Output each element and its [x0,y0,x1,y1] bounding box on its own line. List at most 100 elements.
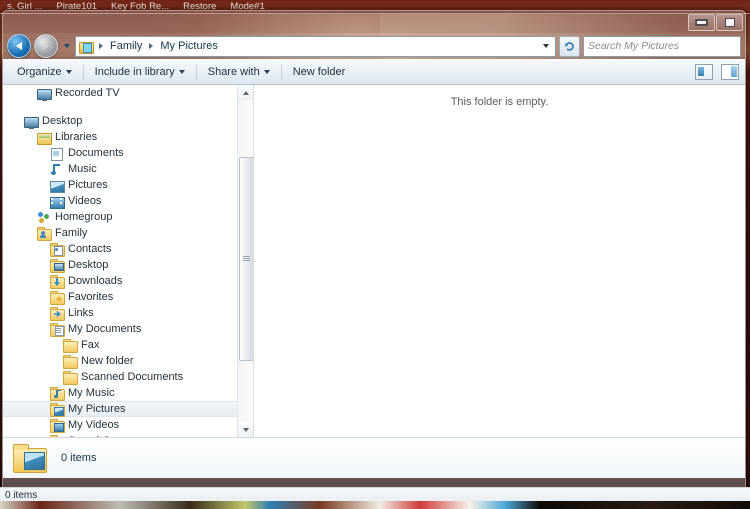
restore-button[interactable] [716,14,743,31]
tree-item-label: New folder [81,355,134,367]
tree-item-label: Contacts [68,243,112,255]
new-folder-button[interactable]: New folder [285,63,354,81]
documents-icon [50,147,64,161]
share-with-button[interactable]: Share with [200,63,278,81]
tree-item-pictures[interactable]: Pictures [3,177,253,193]
organize-button[interactable]: Organize [9,63,80,81]
links-icon [50,306,65,321]
tree-item-my-documents[interactable]: My Documents [3,321,253,337]
command-toolbar: Organize Include in library Share with N… [3,59,745,85]
tree-item-label: Recorded TV [55,87,120,99]
tree-item-label: Fax [81,339,100,351]
restore-icon [724,18,735,27]
folder-icon [63,354,78,369]
tree-item-favorites[interactable]: ★ Favorites [3,289,253,305]
tree-item-my-pictures[interactable]: My Pictures [3,401,253,417]
nav-scrollbar[interactable] [237,85,253,437]
tree-item-label: Family [55,227,88,239]
toolbar-separator [82,64,84,80]
tree-item-documents[interactable]: Documents [3,145,253,161]
tree-item-my-videos[interactable]: My Videos [3,417,253,433]
tree-item-label: Favorites [68,291,114,303]
include-in-library-button[interactable]: Include in library [87,63,193,81]
preview-pane-icon[interactable] [721,64,739,80]
tree-item-links[interactable]: Links [3,305,253,321]
tree-item-label: My Videos [68,419,120,431]
address-bar[interactable]: Family My Pictures [75,35,556,57]
include-in-library-label: Include in library [94,66,175,78]
back-button[interactable] [7,34,31,58]
history-dropdown-button[interactable] [61,35,72,57]
tree-item-desktop[interactable]: Desktop [3,113,253,129]
toolbar-separator [195,64,197,80]
scrollbar-thumb[interactable] [239,157,253,361]
my-pictures-folder-icon [13,443,47,473]
tree-item-label: Homegroup [55,211,113,223]
address-dropdown-button[interactable] [539,37,552,56]
favorites-icon: ★ [50,290,65,305]
chevron-down-icon [65,70,72,74]
chevron-down-icon [63,44,70,48]
tree-item-downloads[interactable]: Downloads [3,273,253,289]
forward-button[interactable] [34,34,58,58]
refresh-button[interactable] [559,35,580,57]
title-bar[interactable] [3,11,745,33]
saved-games-icon [50,434,65,437]
tree-item-fax[interactable]: Fax [3,337,253,353]
search-input[interactable]: Search My Pictures [583,35,741,57]
tree-item-libraries[interactable]: Libraries [3,129,253,145]
explorer-body: Recorded TV Desktop Libraries Documents Musi… [3,85,745,437]
details-pane: 0 items [3,437,745,478]
tree-item-scanned-documents[interactable]: Scanned Documents [3,369,253,385]
tree-item-label: Scanned Documents [81,371,184,383]
desktop-folder-icon [50,258,65,273]
tree-item-label: Videos [68,195,102,207]
homegroup-icon [37,211,51,224]
toolbar-right-group [695,64,739,80]
videos-icon [50,195,65,209]
tree-item-saved-games[interactable]: Saved Games [3,433,253,437]
breadcrumb-my-pictures[interactable]: My Pictures [157,39,220,53]
navigation-pane: Recorded TV Desktop Libraries Documents Musi… [3,85,254,437]
tree-item-label: My Music [68,387,115,399]
tree-item-label: Downloads [68,275,123,287]
tree-item-contacts[interactable]: Contacts [3,241,253,257]
status-text: 0 items [5,489,38,501]
breadcrumb-family[interactable]: Family [107,39,145,53]
minimize-button[interactable] [688,14,715,31]
change-view-icon[interactable] [695,64,713,80]
contacts-icon [50,242,65,257]
tree-item-my-music[interactable]: My Music [3,385,253,401]
tree-item-videos[interactable]: Videos [3,193,253,209]
library-icon [37,131,52,145]
chevron-down-icon [242,427,249,432]
scroll-down-button[interactable] [238,422,253,437]
minimize-icon [696,20,707,25]
breadcrumb-separator-1[interactable] [149,43,154,49]
organize-label: Organize [17,66,62,78]
refresh-icon [565,41,574,51]
address-folder-icon [79,40,94,54]
tree-item-label: Desktop [42,115,83,127]
file-list-pane[interactable]: This folder is empty. [254,85,745,437]
tree-item-new-folder[interactable]: New folder [3,353,253,369]
tree-item-family[interactable]: Family [3,225,253,241]
folder-icon [63,370,78,385]
status-bar: 0 items [0,487,750,502]
tree-item-label: Desktop [68,259,109,271]
tree-item-recorded-tv[interactable]: Recorded TV [3,85,253,101]
breadcrumb-separator-0[interactable] [99,43,103,49]
music-icon [50,163,64,176]
user-folder-icon [37,226,52,241]
pictures-icon [50,179,65,193]
navigation-tree: Recorded TV Desktop Libraries Documents Musi… [3,85,253,437]
scroll-up-button[interactable] [238,85,253,100]
tree-item-desktop[interactable]: Desktop [3,257,253,273]
chevron-down-icon [263,70,270,74]
window-controls [688,14,743,31]
tree-item-music[interactable]: Music [3,161,253,177]
tree-item-homegroup[interactable]: Homegroup [3,209,253,225]
tree-item-label: Pictures [68,179,108,191]
tree-item-label: Links [68,307,94,319]
